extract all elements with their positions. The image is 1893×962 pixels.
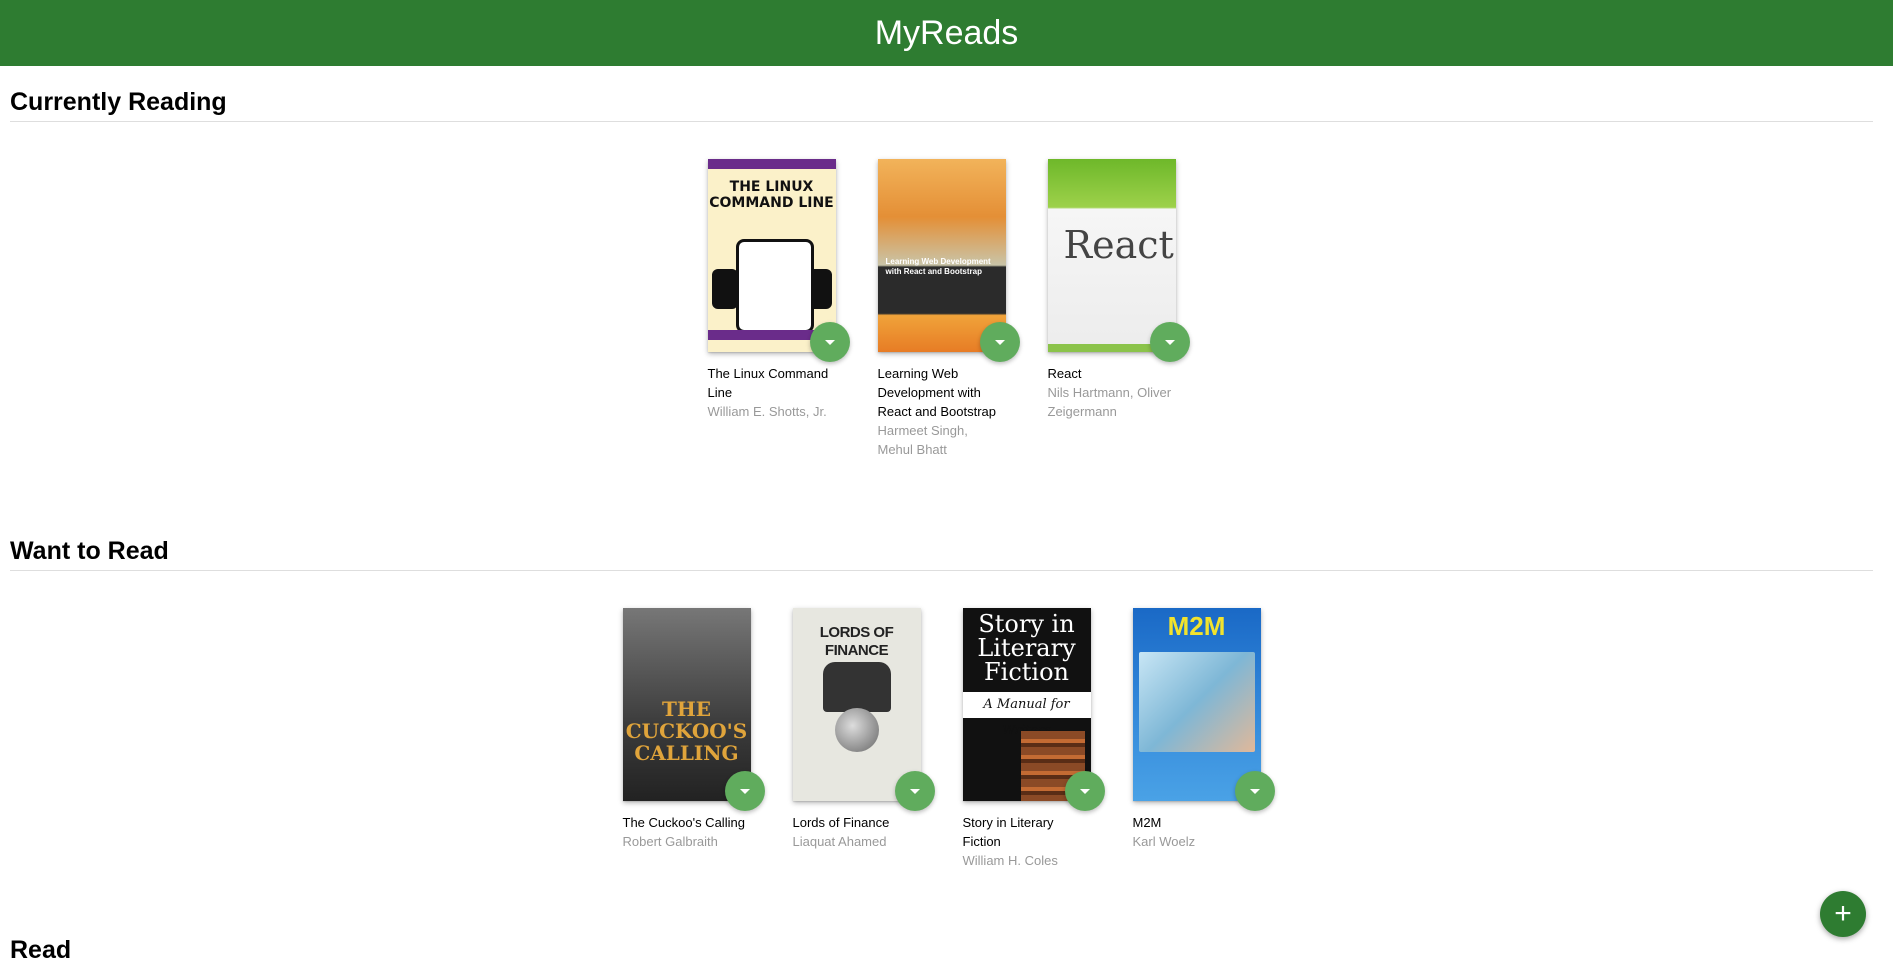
shelf-changer-button[interactable] — [1064, 771, 1105, 811]
shelf-changer-button[interactable] — [1149, 322, 1190, 362]
shelf-title: Currently Reading — [10, 66, 1873, 122]
caret-down-icon — [824, 339, 835, 345]
book-title: The Cuckoo's Calling — [622, 815, 745, 830]
book-item: THE CUCKOO'S CALLING The Cuckoo's Callin… — [622, 608, 765, 870]
shelf-currently-reading: Currently Reading THE LINUX COMMAND LINE… — [10, 66, 1873, 459]
book-title: The Linux Command Line — [707, 366, 829, 400]
cover-title: LORDS OF FINANCE — [819, 624, 894, 659]
cover-title: THE CUCKOO'S CALLING — [625, 697, 748, 765]
shelf-title: Want to Read — [10, 515, 1873, 571]
book-cover[interactable]: LORDS OF FINANCE — [792, 608, 921, 801]
shelf-changer-button[interactable] — [979, 322, 1020, 362]
book-cover[interactable]: THE LINUX COMMAND LINE — [707, 159, 836, 352]
book-cover[interactable]: React — [1047, 159, 1176, 352]
book-title: React — [1047, 366, 1082, 381]
shelf-changer-button[interactable] — [1234, 771, 1275, 811]
book-item: React React Nils Hartmann, Oliver Zeiger… — [1047, 159, 1190, 459]
book-title: Story in Literary Fiction — [962, 815, 1054, 849]
book-title: Lords of Finance — [792, 815, 890, 830]
book-authors: William E. Shotts, Jr. — [707, 404, 827, 419]
book-authors: Karl Woelz — [1132, 834, 1196, 849]
book-grid: THE LINUX COMMAND LINE The Linux Command… — [10, 122, 1873, 459]
book-authors: Liaquat Ahamed — [792, 834, 887, 849]
shelf-want-to-read: Want to Read THE CUCKOO'S CALLING The Cu… — [10, 515, 1873, 870]
book-grid: THE CUCKOO'S CALLING The Cuckoo's Callin… — [10, 571, 1873, 870]
caret-down-icon — [739, 788, 750, 794]
book-cover[interactable]: THE CUCKOO'S CALLING — [622, 608, 751, 801]
shelf-changer-button[interactable] — [809, 322, 850, 362]
shelf-changer-button[interactable] — [724, 771, 765, 811]
cover-title: Learning Web Development with React and … — [885, 257, 991, 276]
caret-down-icon — [909, 788, 920, 794]
book-authors: William H. Coles — [962, 853, 1058, 868]
cover-title: React — [1063, 223, 1174, 267]
book-authors: Harmeet Singh, Mehul Bhatt — [877, 423, 968, 457]
shelf-read: Read — [10, 914, 1873, 962]
book-cover[interactable]: Story in Literary Fiction A Manual for W… — [962, 608, 1091, 801]
app-title: MyReads — [874, 13, 1019, 52]
book-title: Learning Web Development with React and … — [877, 366, 997, 419]
add-book-button[interactable]: + — [1820, 891, 1866, 937]
plus-icon: + — [1834, 897, 1852, 930]
book-authors: Robert Galbraith — [622, 834, 718, 849]
book-cover[interactable]: M2M — [1132, 608, 1261, 801]
shelf-changer-button[interactable] — [894, 771, 935, 811]
caret-down-icon — [1249, 788, 1260, 794]
cover-title: Story in Literary Fiction — [977, 610, 1076, 686]
book-item: LORDS OF FINANCE Lords of Finance Liaqua… — [792, 608, 935, 870]
book-authors: Nils Hartmann, Oliver Zeigermann — [1047, 385, 1172, 419]
book-item: THE LINUX COMMAND LINE The Linux Command… — [707, 159, 850, 459]
cover-title: THE LINUX COMMAND LINE — [709, 179, 834, 211]
book-item: M2M M2M Karl Woelz — [1132, 608, 1275, 870]
book-cover[interactable]: Learning Web Development with React and … — [877, 159, 1006, 352]
cover-subtitle: A Manual for Writers — [962, 692, 1091, 738]
book-item: Learning Web Development with React and … — [877, 159, 1020, 459]
cover-title: M2M — [1167, 611, 1226, 641]
caret-down-icon — [1079, 788, 1090, 794]
book-title: M2M — [1132, 815, 1162, 830]
app-header: MyReads — [0, 0, 1893, 66]
book-item: Story in Literary Fiction A Manual for W… — [962, 608, 1105, 870]
shelf-title: Read — [10, 914, 1873, 962]
caret-down-icon — [994, 339, 1005, 345]
caret-down-icon — [1164, 339, 1175, 345]
